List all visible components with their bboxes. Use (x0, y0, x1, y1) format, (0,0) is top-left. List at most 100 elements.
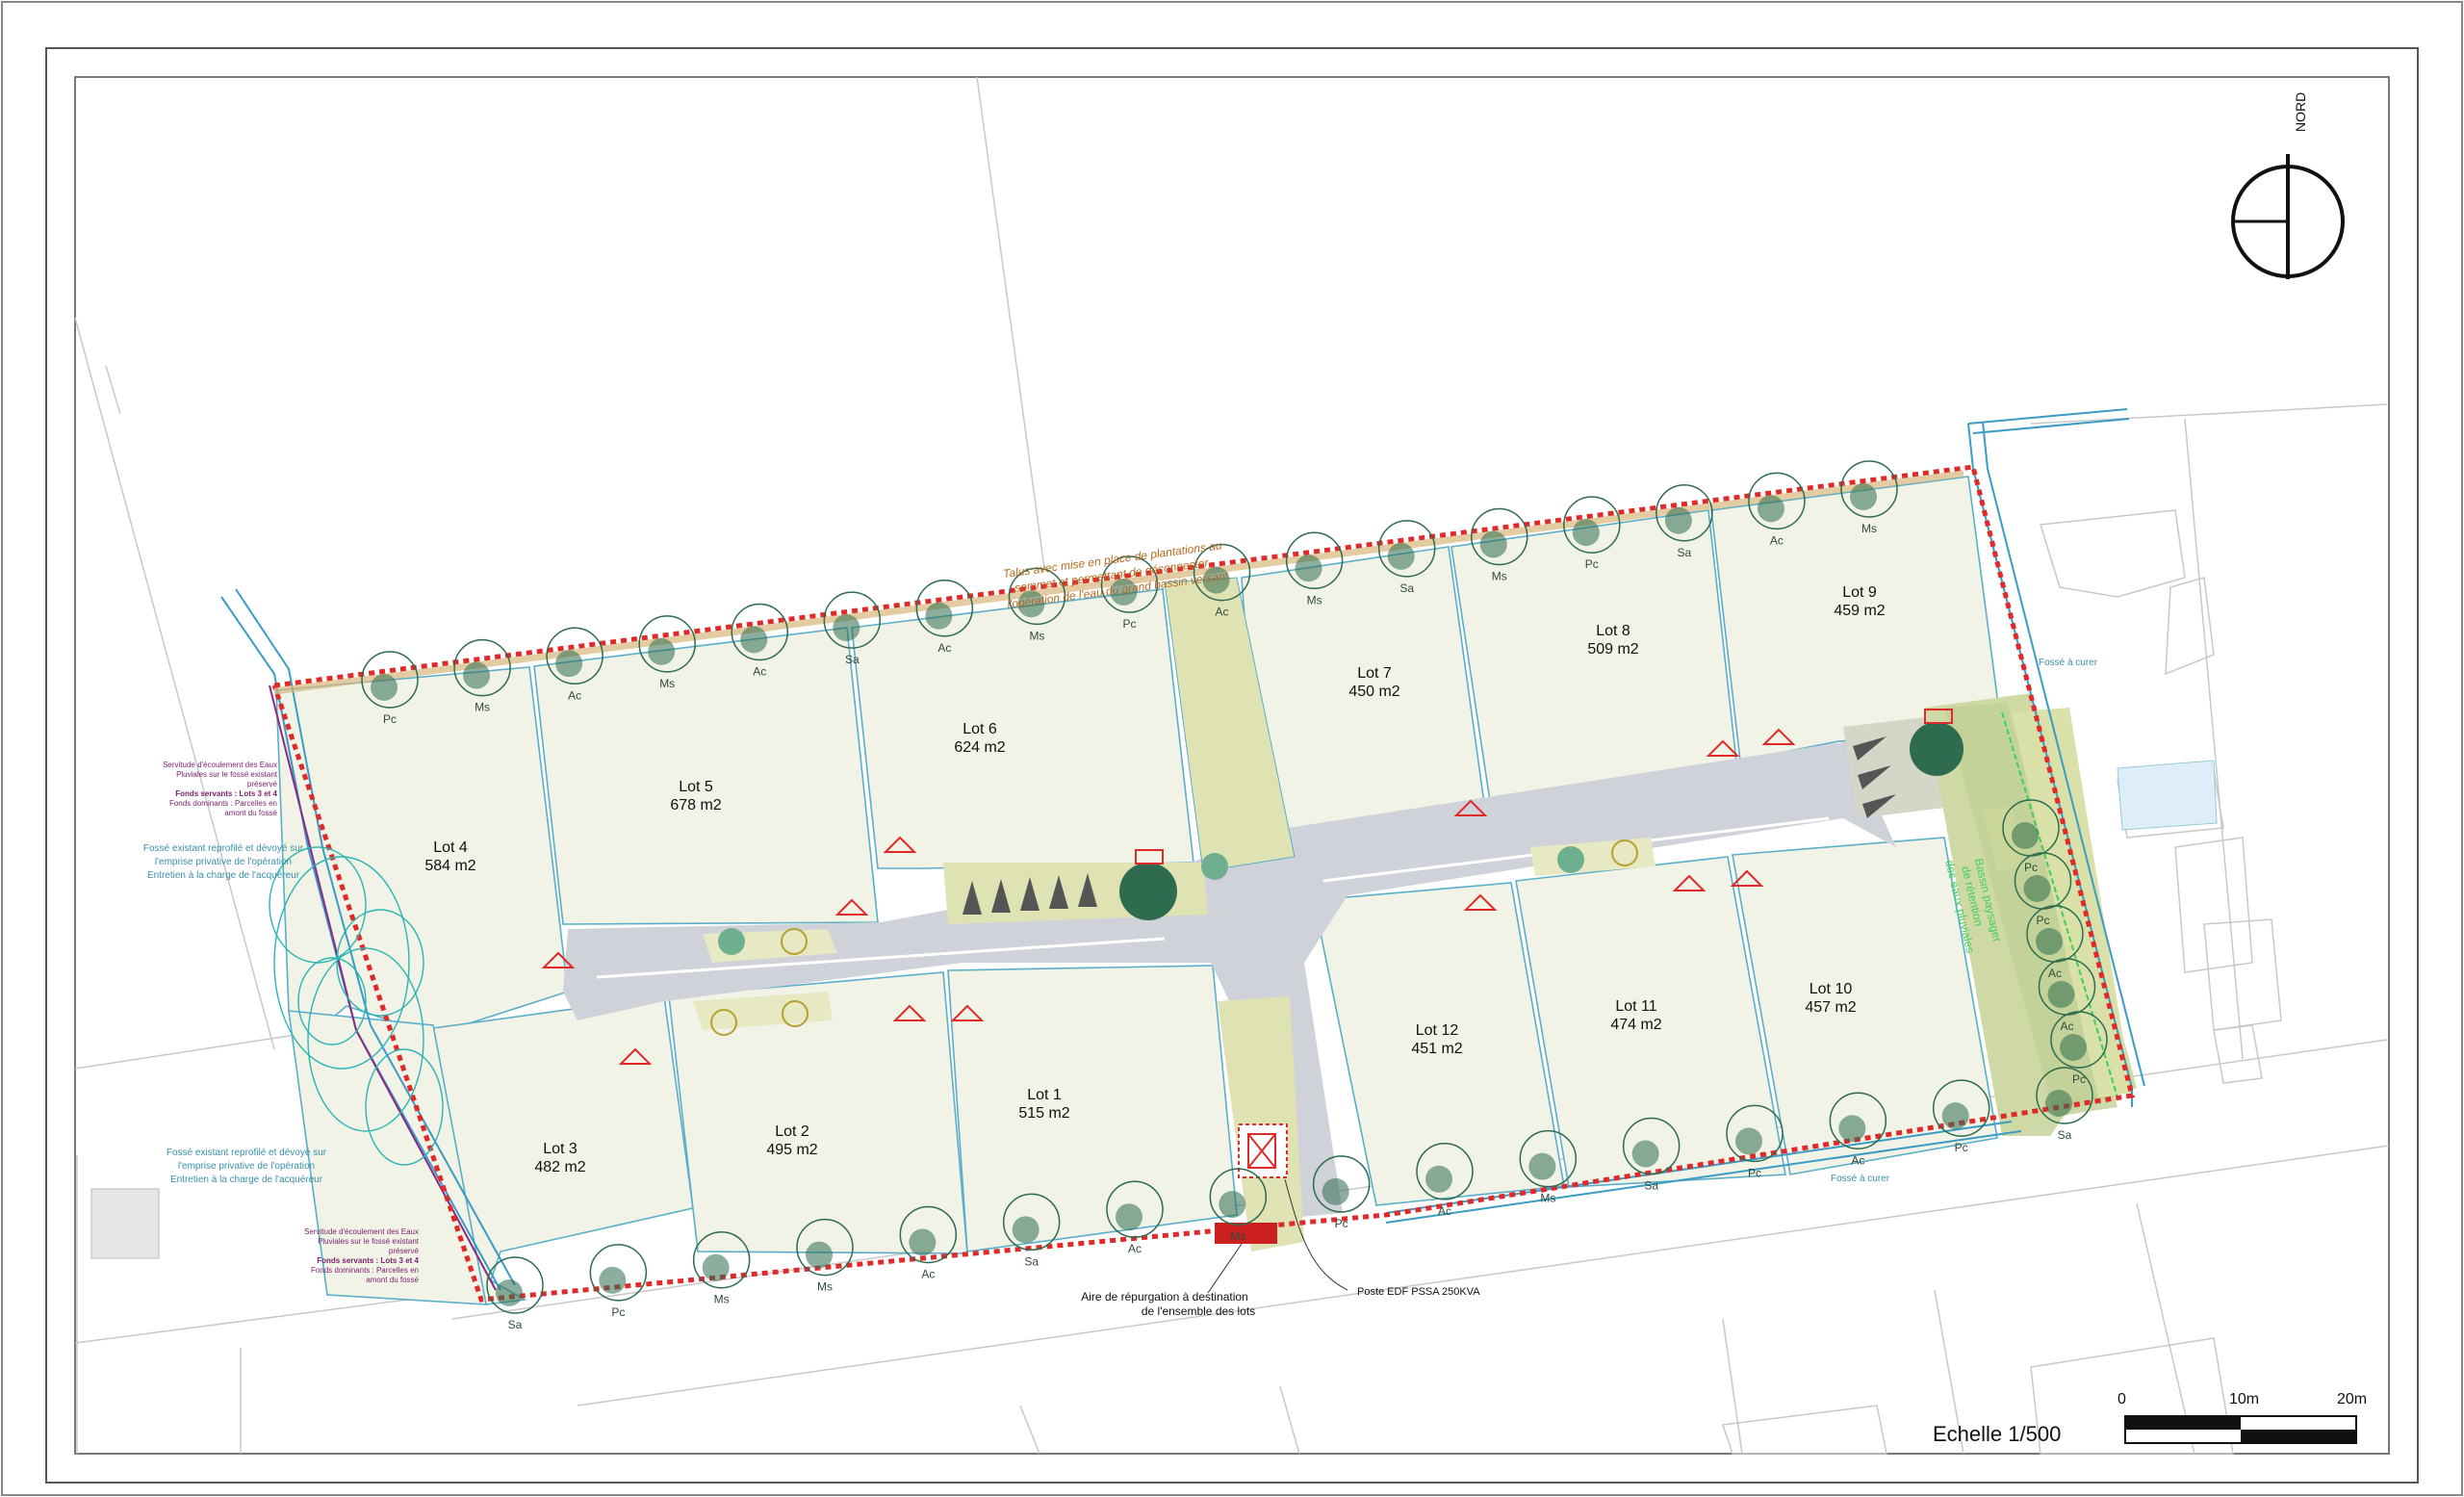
servitude-note-top: Servitude d'écoulement des Eaux Pluviale… (163, 761, 278, 817)
lot-name: Lot 9 (1842, 584, 1877, 601)
tree-foliage (1757, 495, 1784, 523)
lot-name: Lot 12 (1416, 1022, 1459, 1039)
tree-foliage (925, 602, 953, 630)
tree-foliage (1116, 1203, 1142, 1231)
svg-text:l'emprise privative de l'opéra: l'emprise privative de l'opération (178, 1161, 315, 1172)
fosse-curer-top: Fossé à curer (2039, 658, 2098, 668)
tree-foliage (1479, 530, 1507, 558)
lot-name: Lot 7 (1357, 665, 1392, 682)
svg-text:Pluviales sur le fossé existan: Pluviales sur le fossé existant (176, 770, 278, 779)
tree-foliage (1219, 1191, 1246, 1219)
north-label: NORD (2293, 92, 2308, 132)
tree-foliage (702, 1253, 730, 1281)
lot-area: 482 m2 (534, 1159, 585, 1175)
lot-area: 450 m2 (1348, 684, 1399, 700)
tree-foliage (1941, 1102, 1969, 1130)
tree-species-label: Pc (2072, 1072, 2086, 1086)
tree-foliage (463, 661, 491, 689)
lot-area: 459 m2 (1834, 603, 1885, 619)
svg-text:Fonds dominants : Parcelles en: Fonds dominants : Parcelles en (169, 799, 277, 808)
tree-foliage (2045, 1090, 2072, 1117)
hedge-tree: Pc (589, 1244, 648, 1319)
lot-area: 474 m2 (1610, 1017, 1661, 1033)
pool (2117, 760, 2218, 831)
lot-area: 624 m2 (954, 739, 1005, 756)
tree-species-label: Sa (1678, 546, 1692, 559)
tree-foliage (1322, 1177, 1349, 1205)
lot-name: Lot 11 (1615, 998, 1656, 1015)
tree-species-label: Sa (845, 653, 860, 666)
tree-foliage (806, 1241, 833, 1269)
svg-text:Pluviales sur le fossé existan: Pluviales sur le fossé existant (318, 1237, 420, 1246)
lot-area: 584 m2 (424, 858, 475, 874)
tree-species-label: Pc (1955, 1141, 1968, 1154)
lot-name: Lot 8 (1596, 623, 1630, 639)
lot-name: Lot 6 (962, 721, 997, 737)
svg-text:préservé: préservé (247, 780, 278, 788)
svg-text:Fonds servants : Lots 3 et 4: Fonds servants : Lots 3 et 4 (317, 1256, 419, 1265)
svg-text:préservé: préservé (389, 1247, 420, 1255)
scale-title: Echelle 1/500 (1933, 1422, 2061, 1446)
tree-foliage (909, 1228, 937, 1256)
fosse-note-top: Fossé existant reprofilé et dévoyé sur l… (143, 843, 304, 881)
tree-foliage (1850, 483, 1877, 510)
svg-text:amont du fossé: amont du fossé (366, 1276, 419, 1284)
tree-species-label: Ms (1492, 570, 1507, 583)
tree-species-label: Sa (2058, 1128, 2072, 1142)
svg-text:Fossé existant reprofilé et dé: Fossé existant reprofilé et dévoyé sur (143, 843, 304, 854)
lot-name: Lot 5 (679, 779, 713, 795)
tree-species-label: Ms (1029, 629, 1044, 642)
tree-foliage (1387, 542, 1415, 570)
svg-text:l'emprise privative de l'opéra: l'emprise privative de l'opération (155, 857, 292, 867)
tree-species-label: Ms (475, 701, 490, 714)
tree-species-label: Ac (1128, 1242, 1142, 1255)
tree-foliage (648, 637, 676, 665)
svg-text:Entretien à la charge de l'acq: Entretien à la charge de l'acquéreur (147, 870, 300, 881)
tree-species-label: Ac (753, 665, 766, 679)
lot-name: Lot 2 (775, 1123, 809, 1140)
svg-text:amont du fossé: amont du fossé (224, 809, 277, 817)
svg-text:de l'ensemble des lots: de l'ensemble des lots (1142, 1304, 1255, 1318)
lot-area: 451 m2 (1411, 1041, 1462, 1057)
svg-text:Fonds dominants : Parcelles en: Fonds dominants : Parcelles en (311, 1266, 419, 1275)
lot-name: Lot 1 (1027, 1087, 1062, 1103)
tree-species-label: Sa (1024, 1254, 1039, 1268)
site-plan: Pc Ms Ac Ms Ac Sa Ac Ms Pc Ac Ms Sa Ms Pc Sa Ac Ms Sa Pc M… (1, 1, 2463, 1496)
tree-species-label: Ms (1307, 593, 1322, 607)
tree-species-label: Ac (1770, 533, 1784, 547)
building (90, 1188, 160, 1259)
north-arrow: NORD (2231, 92, 2345, 279)
tree-species-label: Ms (1230, 1229, 1245, 1243)
tree-species-label: Pc (2024, 861, 2038, 874)
tree-species-label: Ms (1540, 1192, 1555, 1205)
scale-tick-0: 0 (2118, 1391, 2126, 1407)
tree (1201, 853, 1228, 880)
tree-foliage (1735, 1127, 1762, 1155)
svg-text:Fossé existant reprofilé et dé: Fossé existant reprofilé et dévoyé sur (167, 1148, 327, 1158)
tree-foliage (1425, 1165, 1452, 1193)
tree-species-label: Pc (1585, 557, 1599, 571)
tree-foliage (1528, 1152, 1556, 1180)
tree-species-label: Pc (1748, 1166, 1761, 1179)
scale-bar: 0 10m 20m Echelle 1/500 (1933, 1391, 2367, 1446)
tree-species-label: Ms (1861, 522, 1877, 535)
tree-foliage (740, 626, 768, 654)
tree-species-label: Sa (1644, 1179, 1658, 1193)
tree-foliage (2060, 1034, 2087, 1061)
tree-foliage (2047, 981, 2075, 1008)
tree-species-label: Ac (921, 1267, 935, 1280)
tree-foliage (2012, 822, 2039, 849)
tree-foliage (599, 1266, 627, 1294)
lot-area: 495 m2 (766, 1142, 817, 1158)
tree-foliage (555, 650, 583, 678)
fosse-note-bottom: Fossé existant reprofilé et dévoyé sur l… (167, 1148, 327, 1185)
tree-foliage (496, 1279, 523, 1306)
tree-species-label: Ac (937, 641, 951, 655)
tree-foliage (1631, 1140, 1659, 1168)
tree-foliage (1838, 1115, 1866, 1143)
aire-leader (1207, 1243, 1243, 1294)
tree-foliage (1664, 506, 1692, 534)
tree-species-label: Pc (1122, 617, 1136, 631)
tree-foliage (2023, 875, 2051, 902)
lot-area: 515 m2 (1018, 1105, 1069, 1122)
